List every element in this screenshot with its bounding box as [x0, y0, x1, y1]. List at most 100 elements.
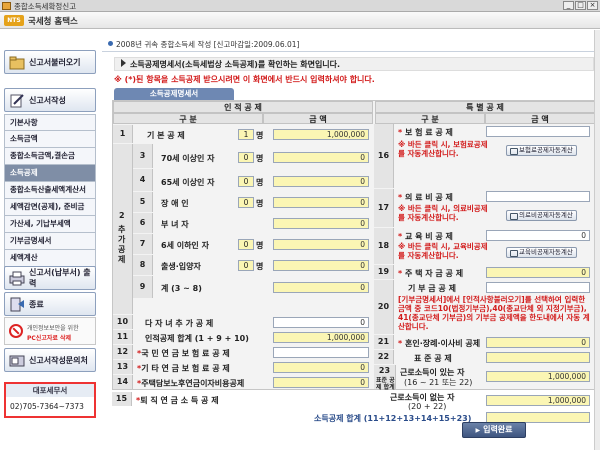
education-auto-calc-button[interactable]: 교육비공제자동계산	[506, 247, 577, 258]
sidebar-item-additional-tax[interactable]: 가산세, 기납부세액	[4, 216, 96, 233]
housing-fund-amount[interactable]: 0	[486, 267, 590, 278]
personal-total-amount[interactable]: 1,000,000	[273, 332, 369, 343]
personal-total-label: 인적공제 합계 (1 + 9 + 10)	[145, 334, 249, 343]
sidebar-menu: 기본사항 소득금액 종합소득금액,결손금 소득공제 종합소득산출세액계산서 세액…	[4, 114, 96, 267]
birth-adoption-label: 출생·입양자	[161, 262, 201, 271]
age6-count[interactable]: 0	[238, 239, 254, 250]
insurance-auto-calc-button[interactable]: 보험료공제자동계산	[506, 145, 577, 156]
special-deduction-header: 특 별 공 제	[375, 101, 595, 113]
row-number: 6	[133, 213, 153, 233]
age70-amount[interactable]: 0	[273, 152, 369, 163]
row-number: 1	[113, 125, 133, 143]
total-deduction-label: 소득공제 합계 (11+12+13+14+15+23)	[314, 414, 472, 423]
insurance-amount[interactable]	[486, 126, 590, 137]
sidebar-item-income-amount[interactable]: 소득금액	[4, 131, 96, 148]
basic-deduction-label: 기 본 공 제	[147, 131, 185, 140]
donation-amount[interactable]	[486, 282, 590, 293]
inquiry-button[interactable]: 신고서작성문의처	[4, 348, 96, 372]
row-number: 20	[374, 280, 394, 334]
reverse-mortgage-amount[interactable]: 0	[273, 377, 369, 388]
sidebar-item-donation-statement[interactable]: 기부금명세서	[4, 233, 96, 250]
age6-amount[interactable]: 0	[273, 239, 369, 250]
right-col-gubun: 구 분	[375, 113, 485, 124]
subtotal-amount[interactable]: 0	[273, 282, 369, 293]
sidebar-item-total-income[interactable]: 종합소득금액,결손금	[4, 148, 96, 165]
tax-office-phone: 02)705-7364~7373	[10, 402, 84, 411]
age65-amount[interactable]: 0	[273, 176, 369, 187]
sidebar-item-tax-calculation[interactable]: 세액계산	[4, 250, 96, 267]
with-labor-income-amount[interactable]: 1,000,000	[486, 371, 590, 382]
right-col-amount: 금 액	[485, 113, 595, 124]
delete-pc-data-button[interactable]: 개인정보보안을 위한 PC신고자료 삭제	[4, 317, 96, 345]
row-number: 18	[374, 228, 394, 264]
row-number: 22	[374, 350, 394, 364]
print-return-button[interactable]: 신고서(납부서) 출력	[4, 266, 96, 290]
notice-line-1: 개인정보보안을 위한	[27, 325, 79, 332]
sidebar-item-tax-calculation-statement[interactable]: 종합소득산출세액계산서	[4, 182, 96, 199]
other-pension-amount[interactable]: 0	[273, 362, 369, 373]
age65-count[interactable]: 0	[238, 176, 254, 187]
prohibit-icon	[9, 324, 23, 338]
medical-text: 의 료 비 공 제	[404, 193, 453, 202]
app-icon	[2, 2, 11, 10]
without-labor-income-sub: (20 + 22)	[408, 402, 447, 411]
national-pension-amount[interactable]	[273, 347, 369, 358]
sidebar: 신고서불러오기 신고서작성 기본사항 소득금액 종합소득금액,결손금 소득공제 …	[0, 30, 102, 450]
maximize-button[interactable]: □	[575, 1, 586, 10]
basic-deduction-amount[interactable]: 1,000,000	[273, 129, 369, 140]
female-householder-amount[interactable]: 0	[273, 218, 369, 229]
page-header: 2008년 귀속 종합소득세 작성 [신고마감일:2009.06.01]	[102, 38, 594, 52]
pencil-icon	[10, 94, 24, 108]
row-number: 17	[374, 189, 394, 227]
medical-note: ※ 바든 클릭 시, 의료비공제를 자동계산합니다.	[398, 204, 488, 222]
unit-label: 명	[256, 241, 264, 250]
education-note: ※ 바든 클릭 시, 교육비공제를 자동계산합니다.	[398, 242, 488, 260]
without-labor-income-amount[interactable]: 1,000,000	[486, 395, 590, 406]
row-number: 7	[133, 234, 153, 254]
nts-logo: NTS	[4, 15, 24, 26]
load-return-label: 신고서불러오기	[29, 57, 81, 67]
exit-button[interactable]: 종료	[4, 292, 96, 316]
national-pension-label: *국 민 연 금 보 험 료 공 제	[137, 349, 230, 358]
unit-label: 명	[256, 178, 264, 187]
age70-count[interactable]: 0	[238, 152, 254, 163]
close-button[interactable]: ×	[587, 1, 598, 10]
minimize-button[interactable]: _	[563, 1, 574, 10]
submit-button[interactable]: 입력완료	[462, 422, 526, 438]
row-number: 8	[133, 255, 153, 275]
disabled-count[interactable]: 0	[238, 197, 254, 208]
other-pension-text: 기 타 연 금 보 험 료 공 제	[141, 364, 230, 373]
birth-adoption-amount[interactable]: 0	[273, 260, 369, 271]
write-return-label: 신고서작성	[29, 95, 66, 105]
section-tab[interactable]: 소득공제명세서	[114, 88, 234, 100]
sidebar-item-tax-reduction[interactable]: 세액감면(공제), 준비금	[4, 199, 96, 216]
standard-deduction-amount[interactable]	[486, 352, 590, 363]
title-bar: 종합소득세확정신고 _ □ ×	[0, 0, 600, 12]
vertical-scrollbar[interactable]	[594, 30, 600, 450]
education-amount[interactable]: 0	[486, 230, 590, 241]
housing-fund-label: * 주 택 자 금 공 제	[398, 269, 464, 278]
medical-label: * 의 료 비 공 제	[398, 193, 453, 202]
disabled-label: 장 애 인	[161, 199, 189, 208]
multi-child-amount[interactable]: 0	[273, 317, 369, 328]
basic-deduction-count[interactable]: 1	[238, 129, 254, 140]
sidebar-item-income-deduction[interactable]: 소득공제	[4, 165, 96, 182]
national-pension-text: 국 민 연 금 보 험 료 공 제	[141, 349, 230, 358]
load-return-button[interactable]: 신고서불러오기	[4, 50, 96, 74]
sidebar-item-basic-info[interactable]: 기본사항	[4, 114, 96, 131]
subtotal-label: 계 (3 ~ 8)	[161, 284, 202, 293]
medical-amount[interactable]	[486, 191, 590, 202]
disabled-amount[interactable]: 0	[273, 197, 369, 208]
row-number: 11	[113, 330, 133, 344]
marriage-amount[interactable]: 0	[486, 337, 590, 348]
medical-auto-calc-button[interactable]: 의료비공제자동계산	[506, 210, 577, 221]
age70-label: 70세 이상인 자	[161, 154, 215, 163]
printer-icon	[9, 271, 25, 286]
birth-adoption-count[interactable]: 0	[238, 260, 254, 271]
marriage-text: 혼인·장례·이사비 공제	[404, 339, 481, 348]
write-return-button[interactable]: 신고서작성	[4, 88, 96, 112]
page-title: 2008년 귀속 종합소득세 작성 [신고마감일:2009.06.01]	[116, 40, 300, 49]
standard-total-label: 표준 공제 합계	[376, 377, 395, 391]
insurance-text: 보 험 료 공 제	[404, 128, 453, 137]
reverse-mortgage-label: *주택담보노후연금이자비용공제	[137, 379, 245, 388]
